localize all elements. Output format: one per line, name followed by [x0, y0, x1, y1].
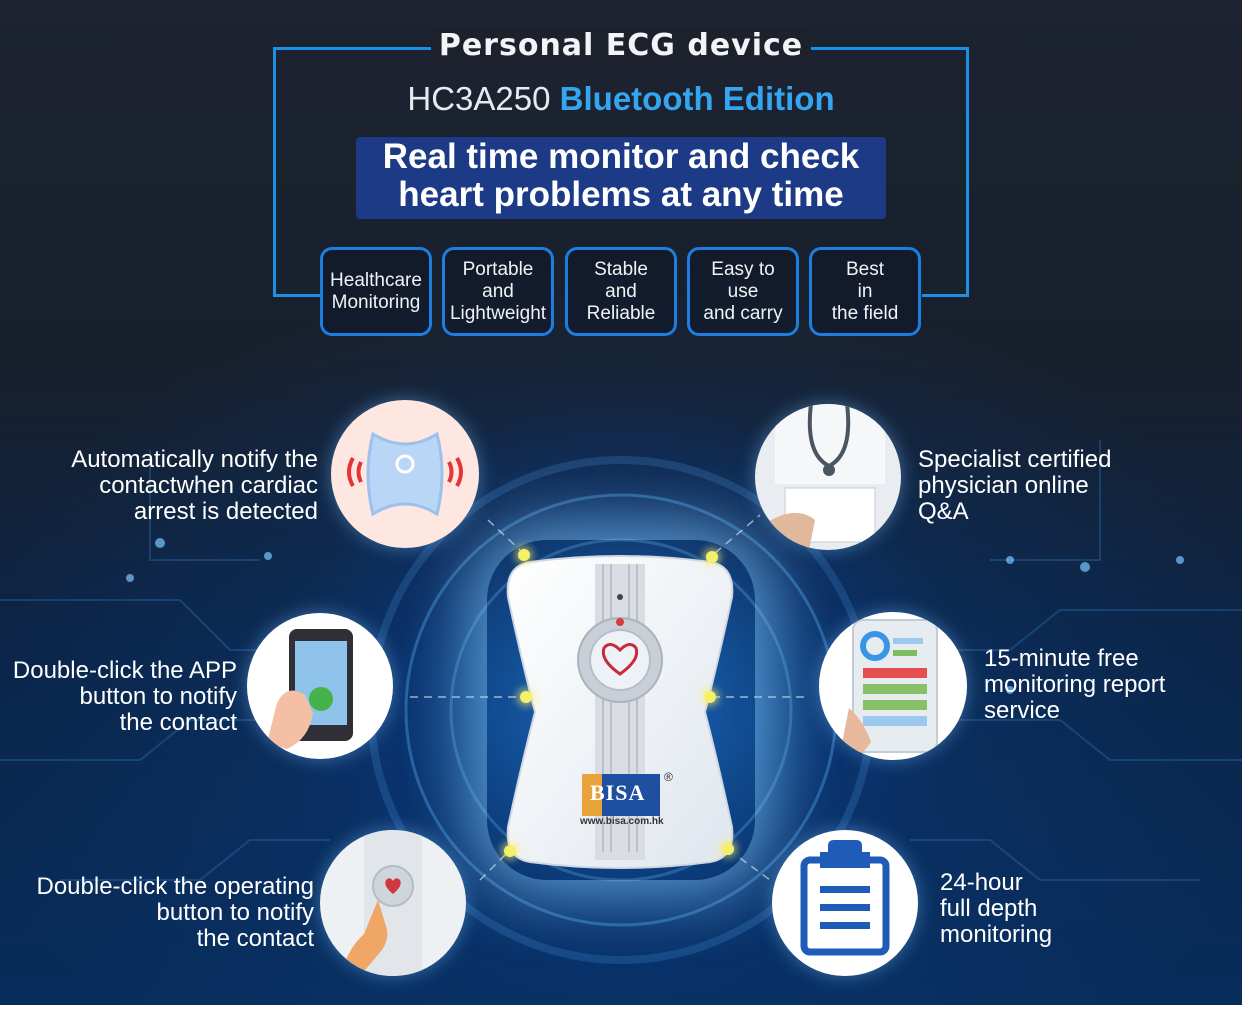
device-brand: BISA [590, 780, 646, 805]
phone-hand-icon [267, 629, 353, 749]
feature-button-text: Double-click the operating button to not… [36, 873, 315, 952]
chip-stable-reliable: Stable and Reliable [565, 247, 677, 336]
monitoring-feature-image [772, 830, 918, 976]
clipboard-icon [800, 840, 890, 956]
bracket-foot-right [922, 294, 969, 297]
model-number: HC3A250 [407, 80, 551, 117]
feature-report-text: 15-minute free monitoring report service [984, 645, 1166, 724]
bracket-foot-left [273, 294, 321, 297]
chip-portable-lightweight: Portable and Lightweight [442, 247, 554, 336]
feature-monitoring-text: 24-hour full depth monitoring [940, 869, 1053, 948]
stethoscope-doctor-icon [755, 404, 885, 550]
finger-press-icon [340, 830, 422, 976]
report-feature-image [819, 612, 967, 760]
connector-dot [704, 691, 716, 703]
tagline-line-2: heart problems at any time [398, 175, 844, 214]
connector-dot [520, 691, 532, 703]
device-registered-mark: ® [664, 770, 673, 784]
page-title: Personal ECG device [0, 28, 1242, 63]
ecg-patch-signal-icon [347, 431, 463, 517]
edition-label: Bluetooth Edition [559, 80, 835, 117]
doctor-feature-image [755, 404, 901, 550]
hero-banner: Personal ECG device HC3A250 Bluetooth Ed… [0, 0, 1242, 1005]
notify-feature-image [331, 400, 479, 548]
tagline: Real time monitor and check heart proble… [356, 138, 886, 214]
tagline-line-1: Real time monitor and check [382, 137, 860, 176]
phone-report-icon [839, 619, 938, 758]
device-url: www.bisa.com.hk [580, 816, 664, 827]
connector-dot [504, 845, 516, 857]
feature-doctor-text: Specialist certified physician online Q&… [918, 446, 1112, 525]
connector-dot [518, 549, 530, 561]
chip-healthcare-monitoring: Healthcare Monitoring [320, 247, 432, 336]
feature-app-text: Double-click the APP button to notify th… [12, 657, 237, 736]
chip-easy-to-use: Easy to use and carry [687, 247, 799, 336]
model-line: HC3A250 Bluetooth Edition [0, 80, 1242, 118]
chip-best-in-field: Best in the field [809, 247, 921, 336]
feature-notify-text: Automatically notify the contactwhen car… [71, 446, 318, 525]
connector-dot [706, 551, 718, 563]
button-feature-image [320, 830, 466, 976]
app-feature-image [247, 613, 393, 759]
connector-dot [722, 843, 734, 855]
